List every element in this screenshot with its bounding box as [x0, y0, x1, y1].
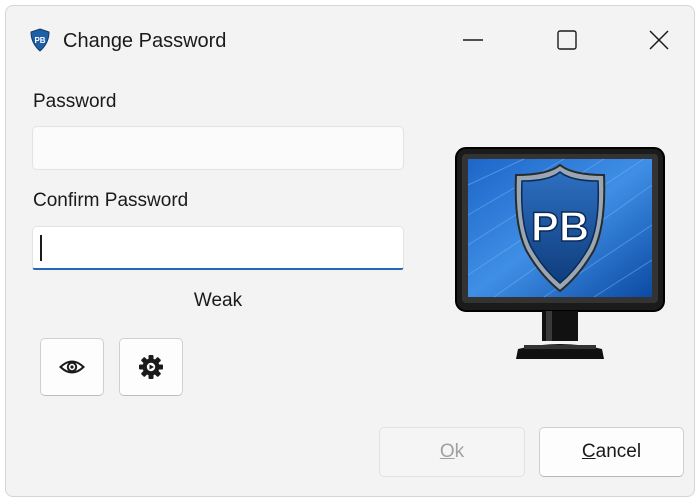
maximize-button[interactable]	[543, 20, 591, 60]
title-bar[interactable]: PB Change Password	[6, 6, 694, 70]
cancel-mnemonic: C	[581, 441, 596, 462]
ok-label-rest: k	[454, 441, 465, 462]
minimize-icon	[463, 39, 483, 41]
confirm-password-label: Confirm Password	[33, 190, 189, 211]
minimize-button[interactable]	[449, 20, 497, 60]
window-title: Change Password	[63, 30, 227, 52]
confirm-password-input[interactable]	[32, 226, 404, 270]
logo-text: PB	[531, 203, 589, 250]
close-button[interactable]	[635, 20, 683, 60]
show-password-button[interactable]	[40, 338, 104, 396]
cancel-button[interactable]: Cancel	[539, 427, 684, 477]
change-password-dialog: PB Change Password Password Confirm Pass…	[5, 5, 695, 497]
app-icon-text: PB	[34, 36, 45, 45]
ok-mnemonic: O	[439, 441, 455, 462]
close-icon	[649, 30, 669, 50]
password-strength-text: Weak	[193, 290, 243, 311]
maximize-icon	[557, 30, 577, 50]
ok-button[interactable]: Ok	[379, 427, 525, 477]
eye-icon	[59, 360, 85, 374]
app-shield-icon: PB	[30, 28, 50, 52]
password-label: Password	[33, 91, 117, 112]
text-caret	[40, 235, 42, 261]
settings-button[interactable]	[119, 338, 183, 396]
password-input[interactable]	[32, 126, 404, 170]
gear-icon	[139, 355, 163, 379]
monitor-logo-image: PB	[455, 147, 665, 359]
cancel-label-rest: ancel	[595, 441, 642, 462]
